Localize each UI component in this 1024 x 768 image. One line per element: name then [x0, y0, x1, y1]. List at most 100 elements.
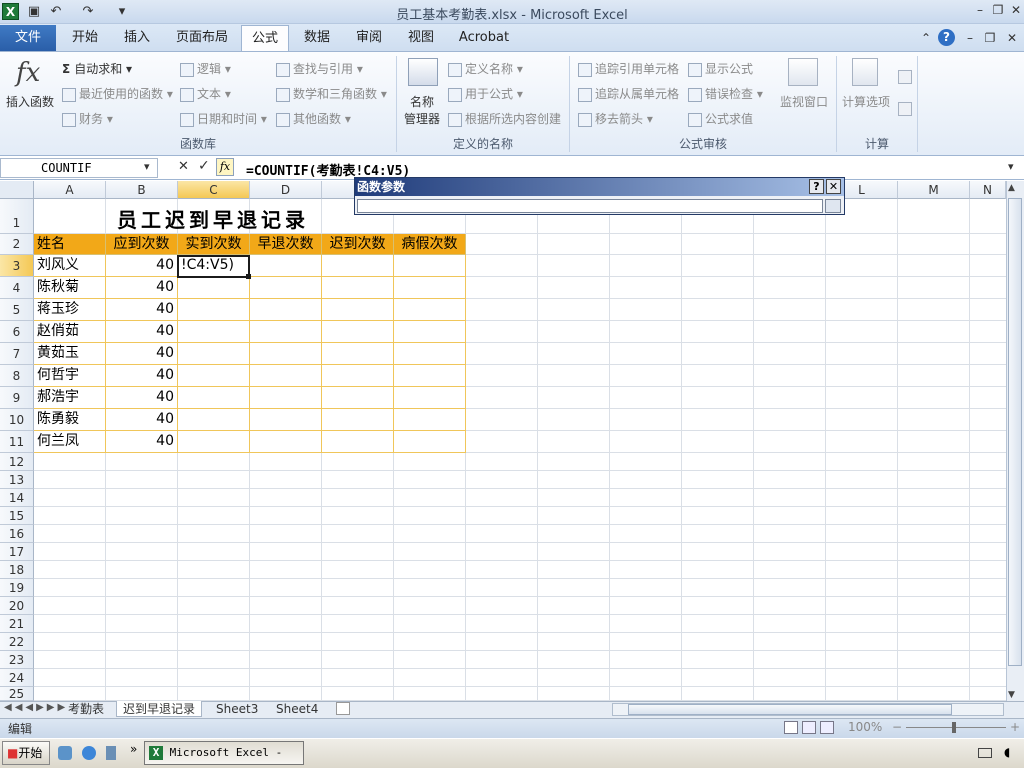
actual-count-cell[interactable]: !C4:V5)	[178, 255, 250, 277]
row-header[interactable]: 2	[0, 234, 34, 255]
row-header[interactable]: 14	[0, 489, 34, 507]
quicklaunch-icon-3[interactable]	[106, 746, 116, 760]
evaluate-formula-button[interactable]: 公式求值	[688, 110, 753, 127]
expected-count-cell[interactable]: 40	[106, 255, 178, 277]
name-box-dropdown-icon[interactable]: ▾	[144, 160, 150, 173]
logical-button[interactable]: 逻辑 ▾	[180, 60, 231, 77]
calculation-options-button[interactable]: 计算选项	[842, 93, 890, 110]
empty-cell[interactable]	[322, 365, 394, 387]
row-header[interactable]: 21	[0, 615, 34, 633]
row-header[interactable]: 17	[0, 543, 34, 561]
cancel-formula-icon[interactable]: ✕	[178, 159, 189, 174]
column-header[interactable]: C	[178, 181, 250, 199]
horizontal-scroll-thumb[interactable]	[628, 704, 952, 715]
tab-acrobat[interactable]: Acrobat	[452, 25, 516, 51]
expected-count-cell[interactable]: 40	[106, 409, 178, 431]
fill-handle[interactable]	[246, 274, 251, 279]
name-cell[interactable]: 何兰凤	[34, 431, 106, 453]
text-functions-button[interactable]: 文本 ▾	[180, 85, 231, 102]
row-header[interactable]: 22	[0, 633, 34, 651]
normal-view-icon[interactable]	[784, 721, 798, 734]
minimize-icon[interactable]: –	[972, 2, 988, 18]
zoom-slider[interactable]	[906, 727, 1006, 728]
sheet-tab-sheet3[interactable]: Sheet3	[210, 701, 264, 717]
ribbon-collapse-icon[interactable]: ⌃	[918, 30, 934, 46]
name-cell[interactable]: 赵俏茹	[34, 321, 106, 343]
empty-cell[interactable]	[322, 409, 394, 431]
column-title-cell[interactable]: 应到次数	[106, 234, 178, 255]
close-icon[interactable]: ✕	[1008, 2, 1024, 18]
calculate-sheet-icon[interactable]	[898, 102, 912, 116]
row-header[interactable]: 4	[0, 277, 34, 299]
zoom-in-icon[interactable]: +	[1010, 720, 1020, 734]
expected-count-cell[interactable]: 40	[106, 387, 178, 409]
row-header[interactable]: 5	[0, 299, 34, 321]
restore-icon[interactable]: ❐	[990, 2, 1006, 18]
insert-function-fx-icon[interactable]: fx	[216, 158, 234, 176]
expected-count-cell[interactable]: 40	[106, 299, 178, 321]
actual-count-cell[interactable]	[178, 365, 250, 387]
empty-cell[interactable]	[394, 431, 466, 453]
enter-formula-icon[interactable]: ✓	[198, 158, 210, 174]
dialog-expand-icon[interactable]	[825, 199, 841, 213]
create-from-selection-button[interactable]: 根据所选内容创建	[448, 110, 561, 127]
row-header[interactable]: 24	[0, 669, 34, 687]
datetime-button[interactable]: 日期和时间 ▾	[180, 110, 267, 127]
empty-cell[interactable]	[322, 321, 394, 343]
more-functions-button[interactable]: 其他函数 ▾	[276, 110, 351, 127]
row-header[interactable]: 3	[0, 255, 34, 277]
use-in-formula-button[interactable]: 用于公式 ▾	[448, 85, 523, 102]
vertical-scroll-thumb[interactable]	[1008, 198, 1022, 666]
column-header[interactable]: M	[898, 181, 970, 199]
trace-precedents-button[interactable]: 追踪引用单元格	[578, 60, 679, 77]
tab-page-layout[interactable]: 页面布局	[166, 25, 238, 51]
empty-cell[interactable]	[322, 343, 394, 365]
empty-cell[interactable]	[394, 387, 466, 409]
tab-data[interactable]: 数据	[294, 25, 340, 51]
doc-close-icon[interactable]: ✕	[1004, 30, 1020, 46]
row-header[interactable]: 11	[0, 431, 34, 453]
scroll-up-icon[interactable]: ▲	[1008, 183, 1015, 193]
row-header[interactable]: 23	[0, 651, 34, 669]
actual-count-cell[interactable]	[178, 321, 250, 343]
math-button[interactable]: 数学和三角函数 ▾	[276, 85, 387, 102]
sheet-tab-late-early[interactable]: 迟到早退记录	[116, 701, 203, 717]
empty-cell[interactable]	[250, 321, 322, 343]
actual-count-cell[interactable]	[178, 409, 250, 431]
name-cell[interactable]: 刘风义	[34, 255, 106, 277]
name-cell[interactable]: 黄茹玉	[34, 343, 106, 365]
expected-count-cell[interactable]: 40	[106, 321, 178, 343]
tab-file[interactable]: 文件	[0, 25, 56, 51]
sheet-tab-sheet4[interactable]: Sheet4	[270, 701, 324, 717]
quicklaunch-icon-1[interactable]	[58, 746, 72, 760]
zoom-out-icon[interactable]: −	[892, 720, 902, 734]
empty-cell[interactable]	[322, 387, 394, 409]
name-cell[interactable]: 郝浩宇	[34, 387, 106, 409]
column-title-cell[interactable]: 病假次数	[394, 234, 466, 255]
column-header[interactable]: B	[106, 181, 178, 199]
expected-count-cell[interactable]: 40	[106, 365, 178, 387]
name-manager-label-2[interactable]: 管理器	[404, 110, 440, 127]
row-header[interactable]: 1	[0, 199, 34, 234]
insert-function-button[interactable]: 插入函数	[6, 93, 54, 110]
more-quicklaunch-icon[interactable]: »	[130, 742, 137, 756]
empty-cell[interactable]	[394, 277, 466, 299]
tab-view[interactable]: 视图	[398, 25, 444, 51]
zoom-slider-thumb[interactable]	[952, 722, 956, 733]
row-header[interactable]: 13	[0, 471, 34, 489]
error-checking-button[interactable]: 错误检查 ▾	[688, 85, 763, 102]
dialog-help-button[interactable]: ?	[809, 179, 824, 194]
name-cell[interactable]: 何哲宇	[34, 365, 106, 387]
show-formulas-button[interactable]: 显示公式	[688, 60, 753, 77]
actual-count-cell[interactable]	[178, 343, 250, 365]
tab-review[interactable]: 审阅	[346, 25, 392, 51]
empty-cell[interactable]	[322, 255, 394, 277]
name-cell[interactable]: 陈秋菊	[34, 277, 106, 299]
row-header[interactable]: 25	[0, 687, 34, 701]
tab-home[interactable]: 开始	[60, 25, 110, 51]
column-title-cell[interactable]: 姓名	[34, 234, 106, 255]
name-manager-label-1[interactable]: 名称	[410, 93, 434, 110]
volume-tray-icon[interactable]: ◖	[1004, 745, 1010, 759]
doc-minimize-icon[interactable]: –	[962, 30, 978, 46]
empty-cell[interactable]	[250, 255, 322, 277]
